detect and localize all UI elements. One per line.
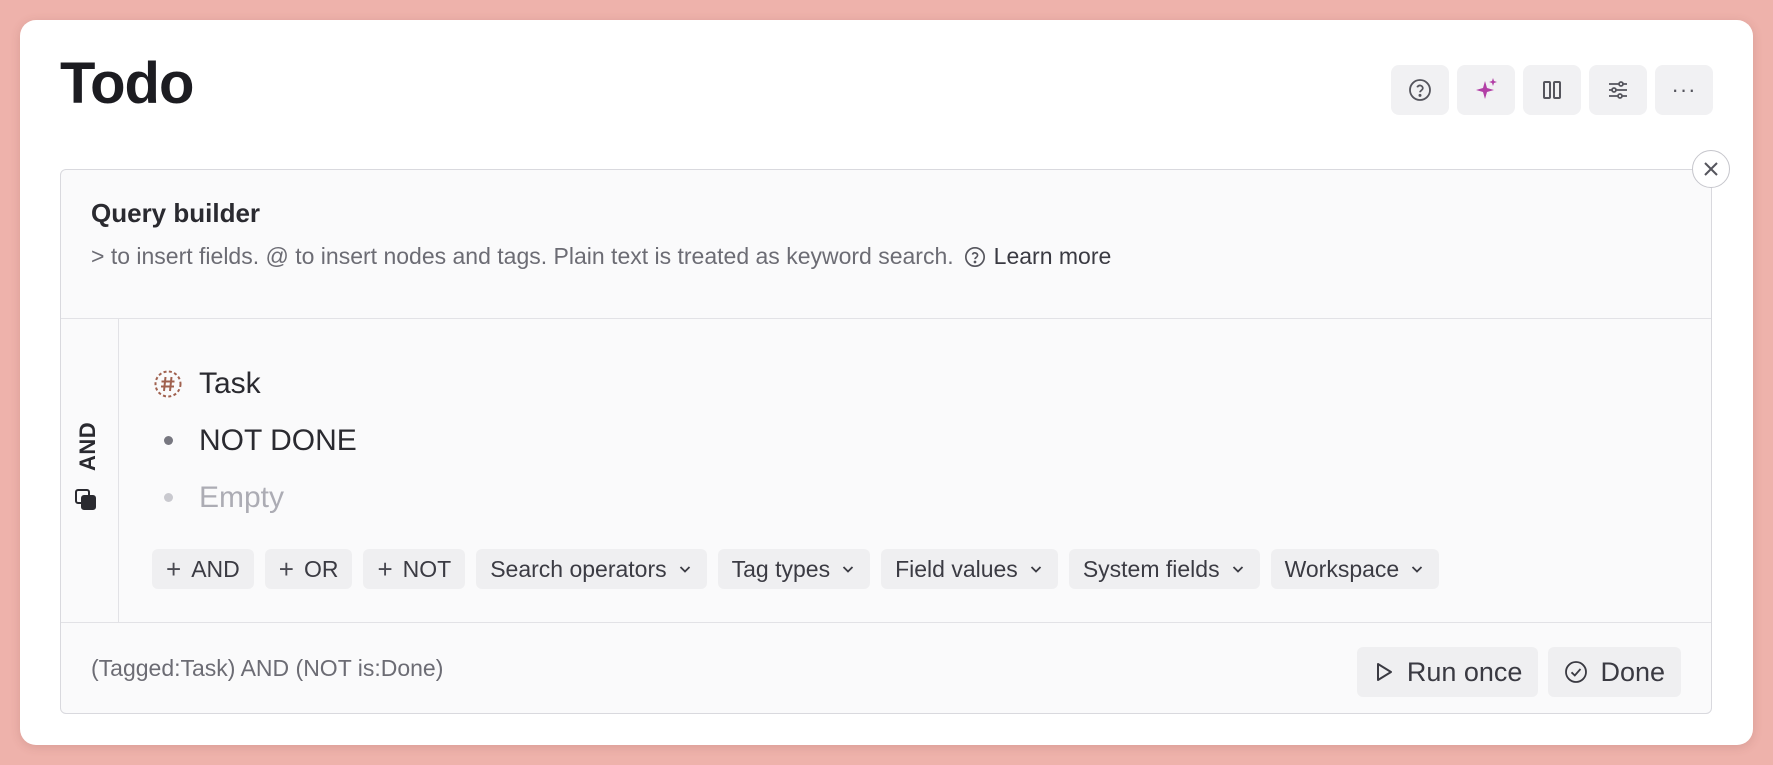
query-builder-body: AND Task NOT DONE Empty + AND + OR + NOT…	[61, 319, 1711, 623]
workspace-dropdown[interactable]: Workspace	[1270, 549, 1440, 589]
query-builder-panel: Query builder > to insert fields. @ to i…	[60, 169, 1712, 714]
system-fields-dropdown[interactable]: System fields	[1068, 549, 1260, 589]
done-button[interactable]: Done	[1548, 647, 1681, 697]
view-card: Todo ··· Query builder > to insert field…	[20, 20, 1753, 745]
empty-condition-input[interactable]: Empty	[153, 469, 357, 526]
check-circle-icon	[1565, 661, 1588, 683]
footer-actions: Run once Done	[1356, 647, 1681, 697]
play-icon	[1376, 663, 1392, 681]
field-values-dropdown[interactable]: Field values	[881, 549, 1058, 589]
group-operator-rail[interactable]: AND	[61, 319, 119, 622]
sliders-icon	[1609, 81, 1627, 99]
group-operator-label: AND	[75, 421, 100, 471]
columns-icon	[1543, 81, 1561, 99]
view-toolbar: ···	[1391, 65, 1713, 115]
learn-more-link[interactable]: Learn more	[994, 243, 1112, 270]
more-button[interactable]: ···	[1655, 65, 1713, 115]
chevron-down-icon	[1028, 561, 1044, 577]
hash-tag-icon	[154, 370, 182, 397]
plus-icon: +	[377, 553, 393, 584]
query-builder-help: > to insert fields. @ to insert nodes an…	[91, 243, 1681, 270]
search-operators-dropdown[interactable]: Search operators	[476, 549, 707, 589]
condition-placeholder: Empty	[199, 480, 285, 514]
add-not-button[interactable]: + NOT	[363, 549, 466, 589]
group-toggle-icon	[73, 487, 99, 518]
condition-label: NOT DONE	[199, 423, 357, 457]
chevron-down-icon	[1230, 561, 1246, 577]
add-and-button[interactable]: + AND	[152, 549, 254, 589]
query-string: (Tagged:Task) AND (NOT is:Done)	[91, 655, 444, 681]
sparkle-icon	[1476, 78, 1497, 99]
condition-label: Task	[199, 366, 261, 400]
condition-list: Task NOT DONE Empty	[153, 355, 357, 526]
condition-item[interactable]: NOT DONE	[153, 412, 357, 469]
settings-button[interactable]	[1589, 65, 1647, 115]
query-builder-title: Query builder	[91, 198, 261, 228]
run-once-button[interactable]: Run once	[1356, 647, 1539, 697]
condition-item[interactable]: Task	[153, 355, 357, 412]
bullet-icon	[164, 436, 173, 445]
query-builder-footer: (Tagged:Task) AND (NOT is:Done) Run once…	[61, 623, 1711, 713]
ellipsis-icon: ···	[1671, 77, 1697, 102]
help-text: > to insert fields. @ to insert nodes an…	[91, 243, 954, 269]
page-title: Todo	[60, 51, 194, 116]
query-builder-header: Query builder > to insert fields. @ to i…	[61, 170, 1711, 319]
columns-button[interactable]	[1523, 65, 1581, 115]
ai-button[interactable]	[1457, 65, 1515, 115]
tag-types-dropdown[interactable]: Tag types	[717, 549, 871, 589]
plus-icon: +	[166, 553, 182, 584]
close-icon	[1704, 162, 1718, 176]
question-circle-icon	[964, 246, 986, 268]
operator-chips: + AND + OR + NOT Search operators Tag types…	[152, 549, 1440, 589]
help-button[interactable]	[1391, 65, 1449, 115]
question-circle-icon	[1409, 79, 1431, 101]
bullet-icon	[164, 493, 173, 502]
chevron-down-icon	[1409, 561, 1425, 577]
chevron-down-icon	[840, 561, 856, 577]
add-or-button[interactable]: + OR	[264, 549, 353, 589]
chevron-down-icon	[677, 561, 693, 577]
close-query-builder-button[interactable]	[1692, 150, 1730, 188]
plus-icon: +	[278, 553, 294, 584]
